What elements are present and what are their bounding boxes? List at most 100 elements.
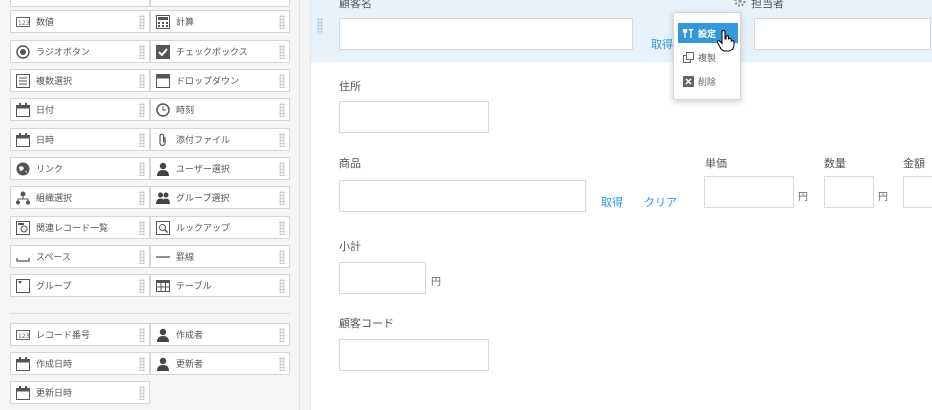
drag-handle-icon[interactable] xyxy=(139,221,145,235)
menu-item-delete[interactable]: 削除 xyxy=(678,71,738,91)
subtotal-input[interactable] xyxy=(339,262,426,294)
calendar-icon xyxy=(16,385,30,400)
amount-label: 金額 xyxy=(903,157,925,170)
drag-handle-icon[interactable] xyxy=(279,103,285,117)
drag-handle-icon[interactable] xyxy=(279,221,285,235)
drag-handle-icon[interactable] xyxy=(139,279,145,293)
palette-item-org-select[interactable]: 組織選択 xyxy=(10,186,150,209)
palette-item-record-number[interactable]: 123 レコード番号 xyxy=(10,323,150,346)
customer-code-label: 顧客コード xyxy=(339,317,394,330)
palette-item-checkbox[interactable]: チェックボックス xyxy=(150,40,290,63)
palette-item-datetime[interactable]: 日時 xyxy=(10,128,150,151)
palette-item-updater[interactable]: 更新者 xyxy=(150,352,290,375)
line-icon xyxy=(156,250,170,264)
org-icon xyxy=(16,191,30,205)
drag-handle-icon[interactable] xyxy=(139,103,145,117)
subtotal-label: 小計 xyxy=(339,240,361,253)
drag-handle-icon[interactable] xyxy=(139,357,145,371)
palette-item-table[interactable]: テーブル xyxy=(150,274,290,297)
palette-item-date[interactable]: 日付 xyxy=(10,98,150,121)
drag-handle-icon[interactable] xyxy=(139,74,145,88)
quantity-input[interactable] xyxy=(824,176,874,208)
palette-item-lookup[interactable]: ルックアップ xyxy=(150,216,290,239)
drag-handle-icon[interactable] xyxy=(279,74,285,88)
drag-handle-icon[interactable] xyxy=(279,328,285,342)
palette-item-label: グループ xyxy=(36,282,72,292)
drag-handle-icon[interactable] xyxy=(279,15,285,29)
product-get-link[interactable]: 取得 xyxy=(601,194,623,210)
number-icon: 123 xyxy=(16,328,30,342)
duplicate-icon xyxy=(683,51,694,63)
drag-handle-icon[interactable] xyxy=(139,15,145,29)
space-icon xyxy=(16,250,30,264)
palette-item-label: 日付 xyxy=(36,106,55,116)
palette-item-label: 関連レコード一覧 xyxy=(36,224,109,234)
palette-item-updated-at[interactable]: 更新日時 xyxy=(10,381,150,404)
unit-price-yen: 円 xyxy=(798,192,808,203)
user-icon xyxy=(156,357,170,371)
subtotal-yen: 円 xyxy=(431,277,441,288)
palette-item-space[interactable]: スペース xyxy=(10,245,150,268)
drag-handle-icon[interactable] xyxy=(139,328,145,342)
palette-item-creator[interactable]: 作成者 xyxy=(150,323,290,346)
drag-handle-icon[interactable] xyxy=(139,250,145,264)
dropdown-icon xyxy=(156,73,170,88)
address-input[interactable] xyxy=(339,101,489,133)
palette-item-calc[interactable]: 計算 xyxy=(150,10,290,33)
palette-item-link[interactable]: リンク xyxy=(10,157,150,180)
palette-item-partial[interactable] xyxy=(10,0,150,7)
field-palette: 123 数値 計算 ラジオボタン チェックボックス 複数選択 ドロップダウン 日… xyxy=(0,0,300,410)
customer-code-input[interactable] xyxy=(339,339,489,371)
calendar-icon xyxy=(16,356,30,371)
palette-item-label: 作成日時 xyxy=(36,360,73,370)
palette-item-label: 日時 xyxy=(36,136,55,146)
product-input[interactable] xyxy=(339,180,586,212)
palette-item-label: 罫線 xyxy=(176,253,195,263)
drag-handle-icon[interactable] xyxy=(139,162,145,176)
palette-item-partial[interactable] xyxy=(150,0,290,7)
palette-item-label: チェックボックス xyxy=(176,48,248,58)
gear-icon[interactable] xyxy=(733,0,747,11)
amount-input[interactable] xyxy=(903,176,932,208)
palette-item-group[interactable]: グループ xyxy=(10,274,150,297)
drag-handle-icon[interactable] xyxy=(139,386,145,400)
drag-handle-icon[interactable] xyxy=(279,279,285,293)
palette-item-label: 複数選択 xyxy=(36,77,73,87)
palette-item-created-at[interactable]: 作成日時 xyxy=(10,352,150,375)
palette-item-time[interactable]: 時刻 xyxy=(150,98,290,121)
palette-item-group-select[interactable]: グループ選択 xyxy=(150,186,290,209)
palette-item-line[interactable]: 罫線 xyxy=(150,245,290,268)
owner-input[interactable] xyxy=(754,18,931,50)
unit-price-input[interactable] xyxy=(704,176,794,208)
palette-item-label: 数値 xyxy=(36,18,55,28)
customer-name-input[interactable] xyxy=(339,18,633,50)
form-canvas: 顧客名 取得 担当者 住所 商品 取得 クリア 単価 円 数量 円 金額 小計 … xyxy=(310,0,932,410)
drag-handle-icon[interactable] xyxy=(279,357,285,371)
drag-handle-icon[interactable] xyxy=(139,45,145,59)
drag-handle-icon[interactable] xyxy=(139,191,145,205)
calendar-icon xyxy=(16,132,30,147)
palette-item-multiselect[interactable]: 複数選択 xyxy=(10,69,150,92)
drag-handle-icon[interactable] xyxy=(139,133,145,147)
drag-handle-icon[interactable] xyxy=(279,162,285,176)
related-records-icon xyxy=(16,220,30,235)
product-clear-link[interactable]: クリア xyxy=(644,194,677,210)
palette-item-label: ユーザー選択 xyxy=(176,165,230,175)
palette-item-attachment[interactable]: 添付ファイル xyxy=(150,128,290,151)
drag-handle-icon[interactable] xyxy=(279,250,285,264)
palette-item-number[interactable]: 123 数値 xyxy=(10,10,150,33)
drag-handle-icon[interactable] xyxy=(317,18,323,34)
palette-item-label: 作成者 xyxy=(176,331,204,341)
customer-get-link[interactable]: 取得 xyxy=(651,36,673,52)
drag-handle-icon[interactable] xyxy=(279,191,285,205)
palette-item-user-select[interactable]: ユーザー選択 xyxy=(150,157,290,180)
radio-icon xyxy=(16,44,30,59)
palette-item-label: ラジオボタン xyxy=(36,48,90,58)
drag-handle-icon[interactable] xyxy=(279,45,285,59)
drag-handle-icon[interactable] xyxy=(279,133,285,147)
palette-item-label: グループ選択 xyxy=(176,194,230,204)
palette-item-related-records[interactable]: 関連レコード一覧 xyxy=(10,216,150,239)
palette-item-dropdown[interactable]: ドロップダウン xyxy=(150,69,290,92)
palette-item-label: 更新日時 xyxy=(36,389,73,399)
palette-item-radio[interactable]: ラジオボタン xyxy=(10,40,150,63)
